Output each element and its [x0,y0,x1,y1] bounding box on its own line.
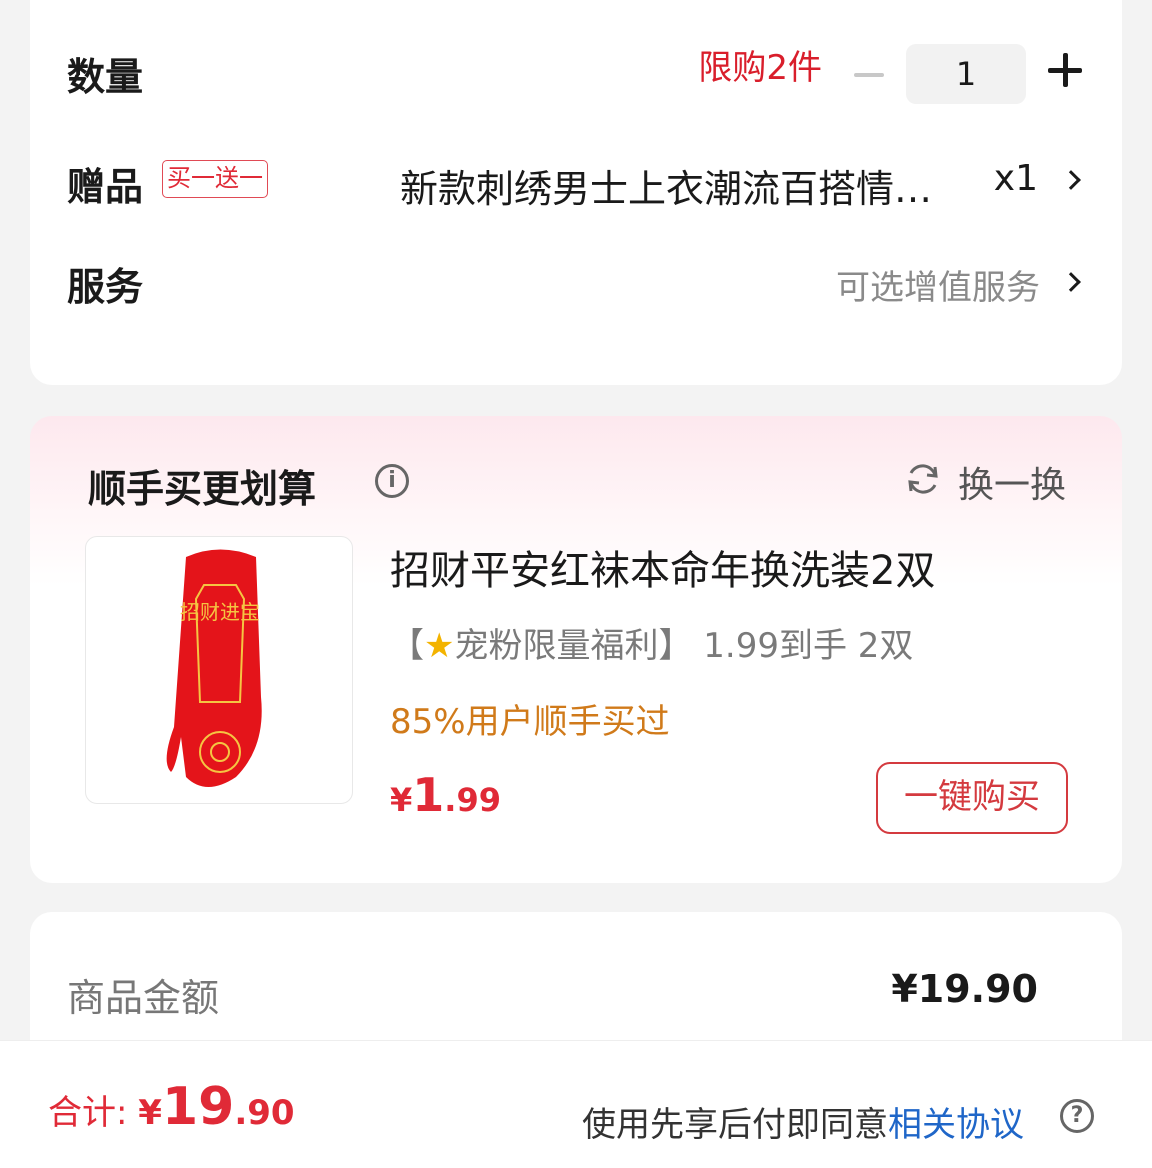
total-dec: .90 [234,1093,295,1133]
service-row[interactable]: 服务 可选增值服务 [30,265,1122,350]
quantity-row: 数量 限购2件 1 [30,44,1122,130]
bundle-title: 顺手买更划算 [88,467,317,511]
total-price: 合计: ¥19.90 [48,1077,295,1137]
promo-badge: 宠粉限量福利 [454,626,659,666]
agreement-text: 使用先享后付即同意相关协议 [582,1097,1024,1146]
service-label: 服务 [67,265,144,309]
price-currency: ¥ [390,781,413,819]
sock-illustration: 招财进宝 [166,549,262,787]
product-price: ¥1.99 [390,768,501,822]
help-icon[interactable]: ? [1060,1099,1094,1133]
bottom-bar: 合计: ¥19.90 使用先享后付即同意相关协议 ? [0,1040,1152,1168]
total-currency: ¥ [138,1093,162,1133]
chevron-right-icon [1061,272,1081,292]
service-value: 可选增值服务 [836,268,1040,308]
goods-amount-label: 商品金额 [67,976,220,1020]
product-promo: 【★宠粉限量福利】 1.99到手 2双 [390,618,913,667]
chevron-right-icon [1061,170,1081,190]
decrease-quantity-button[interactable] [854,73,884,77]
info-icon[interactable]: i [375,464,409,498]
gift-badge: 买一送一 [162,160,268,198]
gift-row[interactable]: 赠品 买一送一 新款刺绣男士上衣潮流百搭情… x1 [30,158,1122,246]
quantity-input[interactable]: 1 [906,44,1026,104]
total-label: 合计: [48,1093,139,1133]
product-image[interactable]: 招财进宝 [85,536,353,804]
purchase-limit-text: 限购2件 [698,48,822,88]
gift-label: 赠品 [67,165,144,209]
bundle-recommendation-card: 顺手买更划算 i 换一换 招财进宝 招财平安红袜本命年换洗装2双 【★宠粉限量福… [30,416,1122,883]
total-int: 19 [161,1077,235,1137]
price-dec: .99 [444,781,501,819]
one-click-buy-button[interactable]: 一键购买 [876,762,1068,834]
gift-item-name: 新款刺绣男士上衣潮流百搭情… [400,167,933,211]
goods-amount-value: ¥19.90 [891,967,1038,1011]
gift-item-qty: x1 [993,158,1038,199]
price-int: 1 [412,768,445,822]
increase-quantity-button[interactable] [1048,53,1082,87]
agreement-prefix: 使用先享后付即同意 [582,1105,888,1145]
sock-text-1: 招财进宝 [180,600,260,624]
order-options-card: 数量 限购2件 1 赠品 买一送一 新款刺绣男士上衣潮流百搭情… x1 服务 可… [30,0,1122,385]
agreement-link[interactable]: 相关协议 [888,1105,1024,1145]
quantity-label: 数量 [67,55,144,99]
product-name[interactable]: 招财平安红袜本命年换洗装2双 [390,538,935,596]
product-stat: 85%用户顺手买过 [390,702,670,742]
refresh-icon[interactable] [905,461,941,497]
refresh-button[interactable]: 换一换 [958,456,1066,508]
star-icon: ★ [424,626,455,666]
promo-prefix: 【 [390,626,424,666]
order-confirm-page: 数量 限购2件 1 赠品 买一送一 新款刺绣男士上衣潮流百搭情… x1 服务 可… [0,0,1152,1168]
promo-suffix: 】 1.99到手 2双 [658,626,914,666]
